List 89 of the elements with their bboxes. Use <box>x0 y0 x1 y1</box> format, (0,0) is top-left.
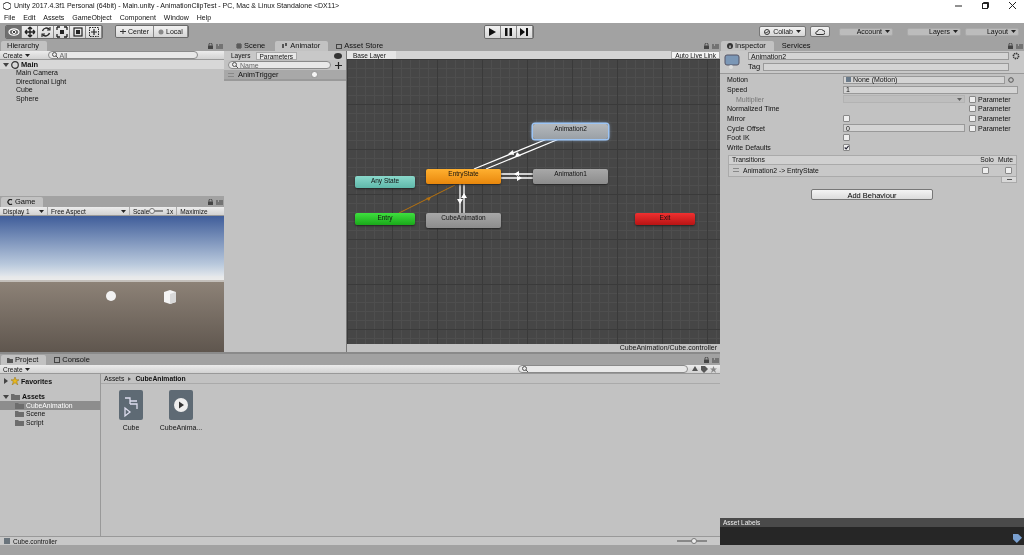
star-icon[interactable] <box>710 365 717 373</box>
search-icon <box>522 366 529 372</box>
unity-logo-icon <box>3 1 11 10</box>
menu-icon[interactable] <box>712 44 719 49</box>
caret-icon <box>39 209 44 213</box>
caret-icon <box>796 30 801 33</box>
console-icon <box>54 357 61 363</box>
info-icon <box>727 43 733 49</box>
checkbox[interactable] <box>969 124 976 132</box>
folder-icon <box>7 357 13 363</box>
step-button[interactable] <box>516 25 533 38</box>
trigger-radio[interactable] <box>311 71 318 78</box>
expand-arrow-icon[interactable] <box>3 378 9 385</box>
animator-icon <box>281 43 289 49</box>
animation-clip-icon[interactable] <box>169 390 193 420</box>
menu-icon[interactable] <box>1016 44 1023 49</box>
tool-button[interactable] <box>54 25 70 38</box>
cloud-icon <box>815 28 825 35</box>
menu-icon[interactable] <box>216 44 223 49</box>
search-icon <box>232 62 239 68</box>
rotate-icon <box>39 25 52 38</box>
expand-arrow-icon[interactable] <box>3 61 9 68</box>
caret-icon <box>24 367 30 371</box>
tool-button[interactable] <box>22 25 38 38</box>
menu-icon[interactable] <box>712 358 719 363</box>
play-icon <box>488 27 497 36</box>
menu-icon[interactable] <box>216 200 223 205</box>
default-transition-arrow[interactable] <box>398 184 456 214</box>
move-icon <box>23 25 36 38</box>
checkbox[interactable] <box>969 105 976 113</box>
close-icon[interactable] <box>1009 2 1016 9</box>
play-button[interactable] <box>484 25 501 38</box>
filter-icon[interactable] <box>692 365 699 373</box>
lock-icon[interactable] <box>208 199 213 205</box>
caret-icon <box>121 209 126 213</box>
tool-button[interactable] <box>86 25 102 38</box>
checkbox[interactable] <box>969 115 976 123</box>
plus-icon[interactable] <box>335 61 342 69</box>
transform-icon <box>87 25 100 38</box>
settings-icon[interactable] <box>1012 52 1020 60</box>
caret-icon <box>957 97 962 101</box>
scale-icon <box>55 25 68 38</box>
step-icon <box>520 27 529 36</box>
search-field[interactable] <box>518 365 688 373</box>
chevron-icon <box>128 376 132 381</box>
lock-icon[interactable] <box>704 43 709 49</box>
caret-icon <box>885 30 890 33</box>
expand-arrow-icon[interactable] <box>3 393 9 400</box>
rect-icon <box>71 25 84 38</box>
restore-icon[interactable] <box>982 2 989 9</box>
tool-button[interactable] <box>38 25 54 38</box>
state-icon <box>723 52 741 70</box>
star-icon <box>11 377 19 386</box>
checkbox[interactable] <box>843 133 850 141</box>
tag-icon[interactable] <box>1013 534 1022 543</box>
transition-arrow-pair[interactable] <box>457 183 467 214</box>
pause-button[interactable] <box>500 25 517 38</box>
remove-button[interactable] <box>1001 176 1017 183</box>
cloud-button[interactable] <box>810 26 830 37</box>
transition-arrow-pair[interactable] <box>500 171 534 181</box>
minus-icon <box>1006 178 1012 180</box>
eye-icon[interactable] <box>334 52 342 59</box>
lock-icon[interactable] <box>1008 43 1013 49</box>
eye-icon <box>7 25 20 38</box>
unity-scene-icon <box>11 60 19 69</box>
caret-icon <box>953 30 958 33</box>
caret-icon <box>24 53 30 57</box>
checkbox[interactable] <box>982 166 989 174</box>
crosshair-icon <box>120 29 126 34</box>
tool-button[interactable] <box>70 25 86 38</box>
game-icon <box>7 199 13 205</box>
checkbox[interactable] <box>843 143 850 151</box>
checkbox[interactable] <box>1005 166 1012 174</box>
pause-icon <box>504 27 512 36</box>
controller-file-icon <box>4 538 10 544</box>
lock-icon[interactable] <box>208 43 213 49</box>
drag-handle-icon[interactable] <box>228 72 234 77</box>
minimize-icon[interactable] <box>955 2 962 9</box>
search-icon <box>51 52 59 58</box>
drag-handle-icon[interactable] <box>733 168 739 172</box>
lock-icon[interactable] <box>704 357 709 363</box>
check-circle-icon <box>764 28 771 35</box>
target-icon[interactable] <box>1008 76 1014 83</box>
tag-icon[interactable] <box>701 365 708 373</box>
animator-controller-icon[interactable] <box>119 390 143 420</box>
store-icon <box>336 43 343 49</box>
tag-field[interactable] <box>763 62 1009 71</box>
caret-icon <box>1011 30 1016 33</box>
checkbox[interactable] <box>843 114 850 122</box>
